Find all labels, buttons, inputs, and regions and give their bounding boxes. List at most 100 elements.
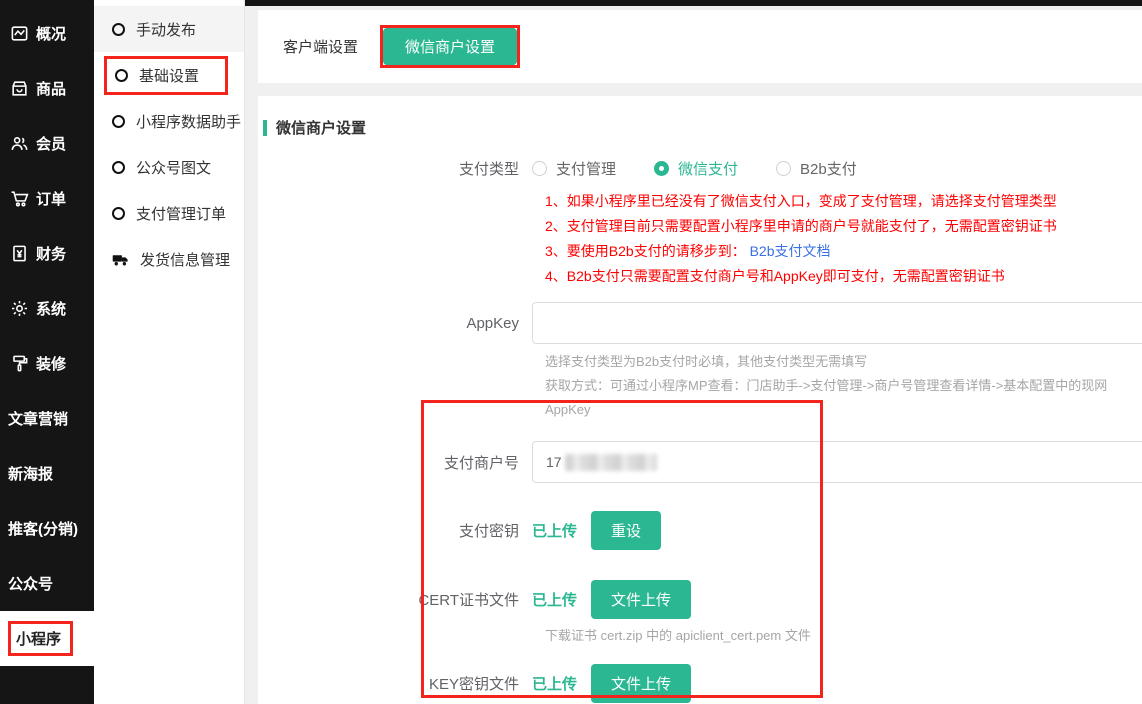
radio-wechat-pay[interactable]: 微信支付 <box>654 158 738 179</box>
sidebar-item-label: 推客(分销) <box>8 518 78 539</box>
radio-icon[interactable] <box>776 161 791 176</box>
circle-icon <box>112 23 125 36</box>
sidebar-item-overview[interactable]: 概况 <box>0 6 94 61</box>
appkey-label: AppKey <box>258 315 532 332</box>
system-icon <box>9 299 29 319</box>
truck-icon <box>112 252 129 267</box>
note-line-3: 3、要使用B2b支付的请移步到： B2b支付文档 <box>545 239 1142 264</box>
key-file-label: KEY密钥文件 <box>258 673 532 694</box>
key-file-status: 已上传 <box>532 673 577 694</box>
tabs-card: 客户端设置 微信商户设置 <box>258 10 1142 83</box>
sidebar-item-mini-program[interactable]: 小程序 <box>0 611 94 666</box>
sidebar-item-goods[interactable]: 商品 <box>0 61 94 116</box>
note-line-4: 4、B2b支付只需要配置支付商户号和AppKey即可支付，无需配置密钥证书 <box>545 264 1142 289</box>
merchant-settings-form: 支付类型 支付管理 微信支付 B2b支付 <box>258 158 1142 704</box>
submenu-item-label: 支付管理订单 <box>136 203 226 224</box>
cert-file-label: CERT证书文件 <box>258 589 532 610</box>
sidebar-item-label: 新海报 <box>8 463 53 484</box>
circle-icon <box>112 115 125 128</box>
sidebar-item-article-marketing[interactable]: 文章营销 <box>0 391 94 446</box>
cert-upload-button[interactable]: 文件上传 <box>591 580 691 619</box>
note-line-1: 1、如果小程序里已经没有了微信支付入口，变成了支付管理，请选择支付管理类型 <box>545 189 1142 214</box>
key-upload-button[interactable]: 文件上传 <box>591 664 691 703</box>
radio-label: B2b支付 <box>800 158 857 179</box>
merchant-id-input[interactable]: 17 <box>532 441 1142 483</box>
b2b-doc-link[interactable]: B2b支付文档 <box>750 243 831 259</box>
sidebar-item-label: 财务 <box>36 243 66 264</box>
sidebar-item-label: 商品 <box>36 78 66 99</box>
reset-secret-button[interactable]: 重设 <box>591 511 661 550</box>
sidebar-item-decorate[interactable]: 装修 <box>0 336 94 391</box>
radio-label: 支付管理 <box>556 158 616 179</box>
submenu-item-label: 发货信息管理 <box>140 249 230 270</box>
appkey-tips: 选择支付类型为B2b支付时必填，其他支付类型无需填写 获取方式：可通过小程序MP… <box>545 350 1142 422</box>
key-file-row: KEY密钥文件 已上传 文件上传 <box>258 664 1142 703</box>
radio-selected-icon[interactable] <box>654 161 669 176</box>
radio-b2b-pay[interactable]: B2b支付 <box>776 158 857 179</box>
radio-pay-management[interactable]: 支付管理 <box>532 158 616 179</box>
circle-icon <box>112 207 125 220</box>
section-title: 微信商户设置 <box>276 117 366 138</box>
pay-type-radio-group: 支付管理 微信支付 B2b支付 <box>532 158 857 179</box>
circle-icon <box>115 69 128 82</box>
sidebar-item-label: 小程序 <box>16 631 61 648</box>
annotation-box-basic-settings: 基础设置 <box>104 56 228 95</box>
finance-icon <box>9 244 29 264</box>
appkey-tip-1: 选择支付类型为B2b支付时必填，其他支付类型无需填写 <box>545 350 1142 374</box>
sidebar-item-label: 公众号 <box>8 573 53 594</box>
submenu-item-manual-publish[interactable]: 手动发布 <box>94 6 244 52</box>
sidebar-item-label: 文章营销 <box>8 408 68 429</box>
settings-card: 微信商户设置 支付类型 支付管理 微信支付 <box>258 96 1142 704</box>
section-header: 微信商户设置 <box>258 117 1142 138</box>
submenu-item-label: 基础设置 <box>139 65 199 86</box>
annotation-box-mini-program: 小程序 <box>8 621 73 656</box>
merchant-id-label: 支付商户号 <box>258 452 532 473</box>
submenu-item-official-articles[interactable]: 公众号图文 <box>94 144 244 190</box>
circle-icon <box>112 161 125 174</box>
submenu-item-miniprogram-data-assistant[interactable]: 小程序数据助手 <box>94 98 244 144</box>
app-root: 概况 商品 会员 订单 财务 <box>0 0 1142 704</box>
appkey-row: AppKey <box>258 302 1142 344</box>
goods-icon <box>9 79 29 99</box>
annotation-box-wechat-tab: 微信商户设置 <box>380 25 520 68</box>
sidebar-item-members[interactable]: 会员 <box>0 116 94 171</box>
blurred-value-mask <box>565 454 657 471</box>
sidebar-item-distribution[interactable]: 推客(分销) <box>0 501 94 556</box>
content-area: 客户端设置 微信商户设置 微信商户设置 支付类型 支付管理 <box>245 0 1142 704</box>
sidebar-item-official-account[interactable]: 公众号 <box>0 556 94 611</box>
submenu-item-shipping-info[interactable]: 发货信息管理 <box>94 236 244 282</box>
pay-type-row: 支付类型 支付管理 微信支付 B2b支付 <box>258 158 1142 179</box>
sidebar-item-new-poster[interactable]: 新海报 <box>0 446 94 501</box>
sidebar-item-label: 概况 <box>36 23 66 44</box>
members-icon <box>9 134 29 154</box>
tab-client-settings[interactable]: 客户端设置 <box>283 36 358 57</box>
main-sidebar: 概况 商品 会员 订单 财务 <box>0 0 94 704</box>
radio-icon[interactable] <box>532 161 547 176</box>
cert-file-status: 已上传 <box>532 589 577 610</box>
pay-secret-label: 支付密钥 <box>258 520 532 541</box>
overview-icon <box>9 24 29 44</box>
sidebar-item-label: 装修 <box>36 353 66 374</box>
section-accent-bar <box>263 120 267 136</box>
submenu-item-payment-orders[interactable]: 支付管理订单 <box>94 190 244 236</box>
decorate-icon <box>9 354 29 374</box>
note-line-3-text: 3、要使用B2b支付的请移步到： <box>545 243 746 259</box>
sidebar-item-label: 订单 <box>36 188 66 209</box>
merchant-id-row: 支付商户号 17 <box>258 441 1142 483</box>
radio-label: 微信支付 <box>678 158 738 179</box>
merchant-id-value: 17 <box>546 454 562 470</box>
submenu-item-label: 公众号图文 <box>136 157 211 178</box>
sub-sidebar: 手动发布 基础设置 小程序数据助手 公众号图文 支付管理订单 发货信息管理 <box>94 0 245 704</box>
pay-type-notes: 1、如果小程序里已经没有了微信支付入口，变成了支付管理，请选择支付管理类型 2、… <box>545 189 1142 289</box>
sidebar-item-system[interactable]: 系统 <box>0 281 94 336</box>
sidebar-item-orders[interactable]: 订单 <box>0 171 94 226</box>
appkey-input[interactable] <box>532 302 1142 344</box>
sidebar-item-finance[interactable]: 财务 <box>0 226 94 281</box>
submenu-item-basic-settings[interactable]: 基础设置 <box>94 52 244 98</box>
pay-secret-row: 支付密钥 已上传 重设 <box>258 511 1142 550</box>
note-line-2: 2、支付管理目前只需要配置小程序里申请的商户号就能支付了，无需配置密钥证书 <box>545 214 1142 239</box>
tab-wechat-merchant-settings[interactable]: 微信商户设置 <box>383 28 517 65</box>
submenu-item-label: 手动发布 <box>136 19 196 40</box>
sidebar-item-label: 系统 <box>36 298 66 319</box>
sidebar-item-label: 会员 <box>36 133 66 154</box>
